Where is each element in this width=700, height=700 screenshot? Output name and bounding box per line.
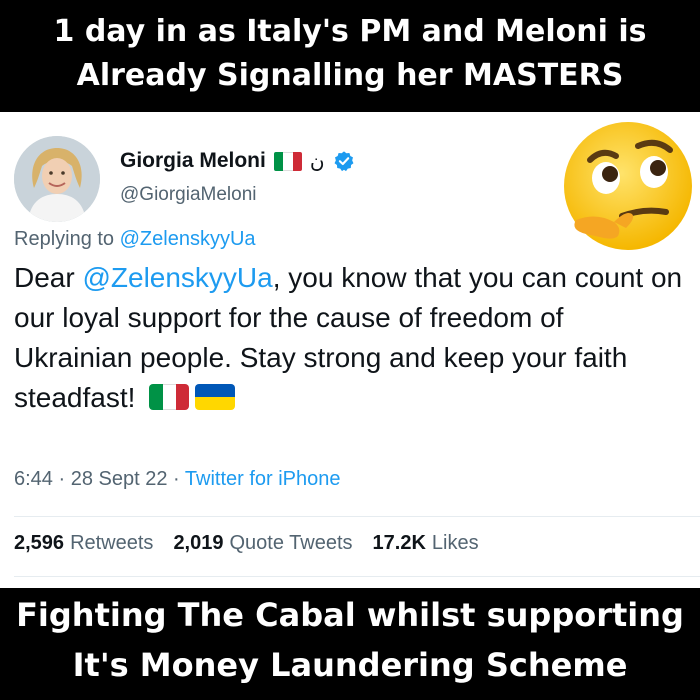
italy-flag-icon — [149, 384, 190, 410]
quote-tweets-count: 2,019 — [173, 532, 224, 554]
author-handle[interactable]: @GiorgiaMeloni — [120, 184, 257, 206]
bottom-caption-line-1: Fighting The Cabal whilst supporting — [16, 596, 684, 634]
top-caption-line-2: Already Signalling her MASTERS — [76, 58, 624, 93]
top-caption: 1 day in as Italy's PM and Meloni is Alr… — [0, 0, 700, 112]
tweet-text: Dear @ZelenskyyUa, you know that you can… — [14, 258, 684, 418]
replying-to-mention[interactable]: @ZelenskyyUa — [120, 228, 256, 250]
top-caption-line-1: 1 day in as Italy's PM and Meloni is — [53, 14, 647, 49]
tweet-time[interactable]: 6:44 — [14, 468, 53, 490]
tweet-text-greeting: Dear — [14, 262, 83, 293]
bottom-caption: Fighting The Cabal whilst supporting It'… — [0, 588, 700, 700]
author-name-symbol: ن — [309, 149, 325, 173]
likes-stat[interactable]: 17.2K Likes — [373, 532, 479, 555]
divider — [14, 516, 700, 517]
quote-tweets-stat[interactable]: 2,019 Quote Tweets — [173, 532, 352, 555]
author-display-name[interactable]: Giorgia Meloni — [120, 149, 266, 173]
author-name-row: Giorgia Meloni ن — [120, 146, 355, 176]
tweet-source-link[interactable]: Twitter for iPhone — [185, 468, 341, 490]
verified-badge-icon — [334, 151, 353, 172]
tweet-stats: 2,596 Retweets 2,019 Quote Tweets 17.2K Lik… — [14, 532, 479, 555]
meta-separator: · — [167, 468, 185, 490]
replying-to: Replying to @ZelenskyyUa — [14, 228, 256, 251]
divider — [14, 576, 700, 577]
flags-emoji-group — [149, 384, 236, 410]
bottom-caption-line-2: It's Money Laundering Scheme — [72, 646, 628, 684]
quote-tweets-label: Quote Tweets — [229, 532, 353, 554]
italy-flag-icon — [273, 151, 302, 171]
avatar[interactable] — [14, 136, 100, 222]
thinking-face-icon — [564, 122, 692, 250]
retweets-count: 2,596 — [14, 532, 65, 554]
tweet-date[interactable]: 28 Sept 22 — [71, 468, 168, 490]
likes-label: Likes — [431, 532, 479, 554]
tweet-text-mention[interactable]: @ZelenskyyUa — [82, 262, 272, 293]
meta-separator: · — [52, 468, 71, 490]
retweets-label: Retweets — [70, 532, 154, 554]
likes-count: 17.2K — [372, 532, 426, 554]
tweet-meta: 6:44 · 28 Sept 22 · Twitter for iPhone — [14, 468, 341, 491]
replying-prefix: Replying to — [14, 228, 120, 250]
retweets-stat[interactable]: 2,596 Retweets — [14, 532, 153, 555]
ukraine-flag-icon — [195, 384, 236, 410]
